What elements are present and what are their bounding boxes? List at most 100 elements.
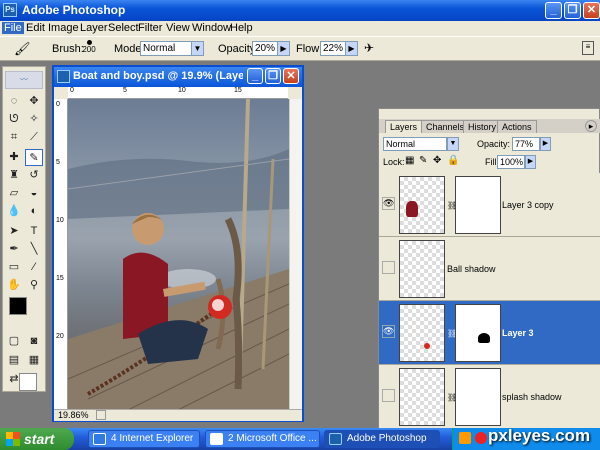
start-button[interactable]: start	[0, 428, 74, 450]
lock-pixels-icon[interactable]: ✎	[419, 155, 427, 166]
hand-tool-icon[interactable]: ✋	[5, 277, 23, 294]
layer-opacity-arrow-icon[interactable]: ▶	[540, 137, 551, 151]
layer-mask-thumbnail[interactable]	[455, 176, 501, 234]
screen-mode-full-icon[interactable]: ▦	[25, 352, 43, 369]
adobe-feather-icon[interactable]: 〰	[5, 71, 43, 89]
pen-tool-icon[interactable]: ✒	[5, 241, 23, 258]
blur-tool-icon[interactable]: 💧	[5, 203, 23, 220]
crop-tool-icon[interactable]: ⌗	[5, 129, 23, 146]
menu-layer[interactable]: Layer	[80, 22, 108, 34]
ruler-h-tick: 15	[234, 87, 242, 94]
blend-mode-dropdown-icon[interactable]: ▼	[447, 137, 459, 151]
image-canvas[interactable]	[68, 99, 289, 410]
type-tool-icon[interactable]: T	[25, 223, 43, 240]
brush-tool-preset-icon[interactable]: 🖌	[14, 41, 40, 57]
layer-name[interactable]: Layer 3	[502, 328, 534, 338]
vertical-ruler[interactable]: 0 5 10 15 20	[54, 99, 68, 409]
tray-icon-1[interactable]	[459, 432, 471, 444]
standard-mode-icon[interactable]: ▢	[5, 333, 23, 350]
layer-visibility-empty[interactable]	[382, 261, 395, 274]
foreground-color-swatch[interactable]	[9, 297, 27, 315]
maximize-button[interactable]: ❐	[564, 2, 581, 19]
panel-menu-icon[interactable]: ▸	[585, 120, 597, 132]
mode-dropdown-icon[interactable]: ▼	[191, 41, 204, 56]
eyedropper-tool-icon[interactable]: ⁄	[25, 259, 43, 276]
marquee-tool-icon[interactable]: ◌	[5, 93, 23, 110]
layer-row-splash-shadow[interactable]: ⛓ splash shadow	[379, 365, 600, 431]
flow-arrow-icon[interactable]: ▶	[345, 41, 358, 56]
palette-well-icon[interactable]: ≡	[582, 41, 594, 55]
path-selection-tool-icon[interactable]: ➤	[5, 223, 23, 240]
vertical-scrollbar[interactable]	[289, 99, 302, 410]
menu-view[interactable]: View	[166, 22, 190, 34]
menu-file[interactable]: File	[2, 22, 24, 34]
close-button[interactable]: ✕	[583, 2, 600, 19]
opacity-arrow-icon[interactable]: ▶	[277, 41, 290, 56]
doc-close-button[interactable]: ✕	[283, 68, 299, 84]
tab-history[interactable]: History	[463, 120, 502, 133]
taskbar-microsoft-office[interactable]: 2 Microsoft Office ...	[205, 430, 320, 448]
slice-tool-icon[interactable]: ⟋	[25, 129, 43, 146]
menu-filter[interactable]: Filter	[138, 22, 162, 34]
layer-mask-thumbnail[interactable]	[455, 368, 501, 426]
lock-position-icon[interactable]: ✥	[433, 155, 441, 166]
magic-wand-tool-icon[interactable]: ✧	[25, 111, 43, 128]
tab-channels[interactable]: Channels	[421, 120, 470, 133]
quick-mask-mode-icon[interactable]: ◙	[25, 333, 43, 350]
lasso-tool-icon[interactable]: ᘎ	[5, 111, 23, 128]
zoom-tool-icon[interactable]: ⚲	[25, 277, 43, 294]
eraser-tool-icon[interactable]: ▱	[5, 185, 23, 202]
screen-mode-standard-icon[interactable]: ▤	[5, 352, 23, 369]
tab-layers[interactable]: Layers	[385, 120, 423, 133]
fill-field[interactable]: 100%	[497, 155, 525, 169]
dodge-tool-icon[interactable]: ◐	[25, 203, 43, 220]
document-title-bar[interactable]: Boat and boy.psd @ 19.9% (Layer 3... _ ❐…	[54, 67, 302, 87]
menu-help[interactable]: Help	[230, 22, 253, 34]
menu-select[interactable]: Select	[108, 22, 139, 34]
notes-tool-icon[interactable]: ▭	[5, 259, 23, 276]
menu-edit[interactable]: Edit	[26, 22, 45, 34]
paint-bucket-tool-icon[interactable]: ◒	[25, 185, 43, 202]
layer-mask-thumbnail[interactable]	[455, 304, 501, 362]
layer-visibility-empty[interactable]	[382, 389, 395, 402]
menu-window[interactable]: Window	[192, 22, 231, 34]
status-info-icon[interactable]	[96, 410, 106, 420]
taskbar-adobe-photoshop[interactable]: Adobe Photoshop	[324, 430, 440, 448]
doc-maximize-button[interactable]: ❐	[265, 68, 281, 84]
zoom-level[interactable]: 19.86%	[58, 410, 89, 420]
layer-visibility-eye-icon[interactable]: 👁	[382, 197, 395, 210]
taskbar-internet-explorer[interactable]: 4 Internet Explorer	[88, 430, 200, 448]
layer-visibility-eye-icon[interactable]: 👁	[382, 325, 395, 338]
doc-minimize-button[interactable]: _	[247, 68, 263, 84]
airbrush-icon[interactable]: ✈	[364, 41, 374, 55]
mode-select[interactable]: Normal	[140, 41, 192, 56]
opacity-field[interactable]: 20%	[252, 41, 278, 56]
layers-panel: Layers Channels History Actions ▸ Normal…	[378, 108, 600, 431]
clone-stamp-tool-icon[interactable]: ♜	[5, 167, 23, 184]
jump-to-imageready-icon[interactable]: ⇄	[5, 371, 23, 388]
layer-row-layer-3-copy[interactable]: 👁 ⛓ Layer 3 copy	[379, 173, 600, 237]
tab-actions[interactable]: Actions	[497, 120, 537, 133]
flow-field[interactable]: 22%	[320, 41, 346, 56]
tray-icon-2[interactable]	[475, 432, 487, 444]
lock-transparency-icon[interactable]: ▦	[405, 155, 414, 166]
fill-arrow-icon[interactable]: ▶	[525, 155, 536, 169]
healing-brush-tool-icon[interactable]: ✚	[5, 149, 23, 166]
layer-name[interactable]: splash shadow	[502, 392, 562, 402]
move-tool-icon[interactable]: ✥	[25, 93, 43, 110]
brush-size-picker[interactable]: 200	[82, 38, 96, 58]
layer-opacity-field[interactable]: 77%	[512, 137, 540, 151]
layer-name[interactable]: Ball shadow	[447, 264, 496, 274]
horizontal-ruler[interactable]: 0 5 10 15	[68, 87, 288, 99]
menu-image[interactable]: Image	[48, 22, 79, 34]
minimize-button[interactable]: _	[545, 2, 562, 19]
history-brush-tool-icon[interactable]: ↺	[25, 167, 43, 184]
brush-tool-icon[interactable]: ✎	[25, 149, 43, 166]
layer-name[interactable]: Layer 3 copy	[502, 200, 554, 210]
line-tool-icon[interactable]: ╲	[25, 241, 43, 258]
lock-all-icon[interactable]: 🔒	[447, 155, 459, 166]
app-title-bar: Ps Adobe Photoshop _ ❐ ✕	[0, 0, 600, 21]
blend-mode-select[interactable]: Normal	[383, 137, 447, 151]
layer-row-ball-shadow[interactable]: Ball shadow	[379, 237, 600, 301]
layer-row-layer-3[interactable]: 👁 ⛓ Layer 3	[379, 301, 600, 365]
